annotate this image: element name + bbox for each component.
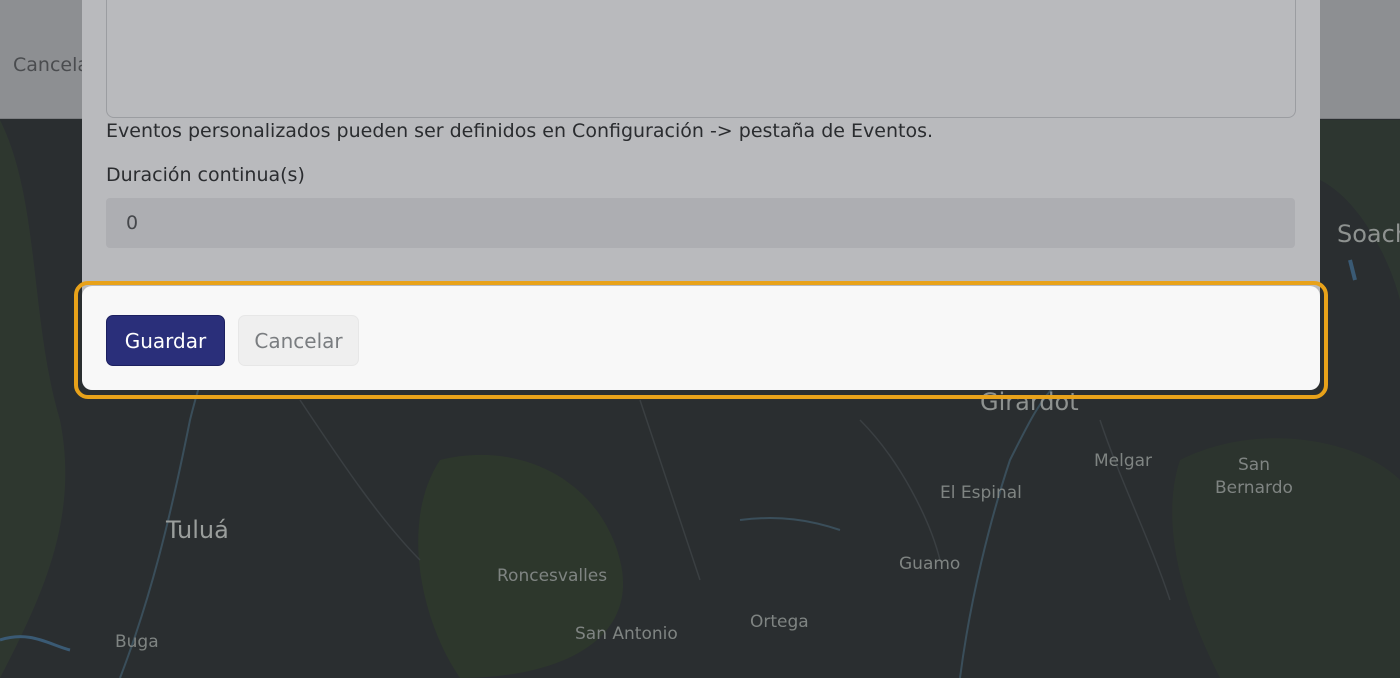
- map-label: Guamo: [899, 554, 961, 574]
- duration-input[interactable]: [106, 198, 1295, 248]
- map-label: Melgar: [1094, 451, 1153, 471]
- map-label: San: [1238, 455, 1270, 475]
- map-label: Ortega: [750, 612, 809, 632]
- modal-footer: Guardar Cancelar: [82, 286, 1320, 390]
- map-label: San Antonio: [575, 624, 678, 644]
- save-button[interactable]: Guardar: [106, 315, 225, 366]
- map-label: El Espinal: [940, 483, 1022, 503]
- cancel-button[interactable]: Cancelar: [238, 315, 359, 366]
- events-helper-text: Eventos personalizados pueden ser defini…: [106, 120, 934, 142]
- map-label: Tuluá: [166, 516, 229, 544]
- map-label: Soach: [1337, 220, 1400, 248]
- map-label: Buga: [115, 632, 159, 652]
- map-label: Bernardo: [1215, 478, 1293, 498]
- screen: Soach Girardot Melgar San Bernardo El Es…: [0, 0, 1400, 678]
- map-label: Roncesvalles: [497, 566, 608, 586]
- duration-label: Duración continua(s): [106, 164, 305, 186]
- events-textarea[interactable]: [106, 0, 1296, 118]
